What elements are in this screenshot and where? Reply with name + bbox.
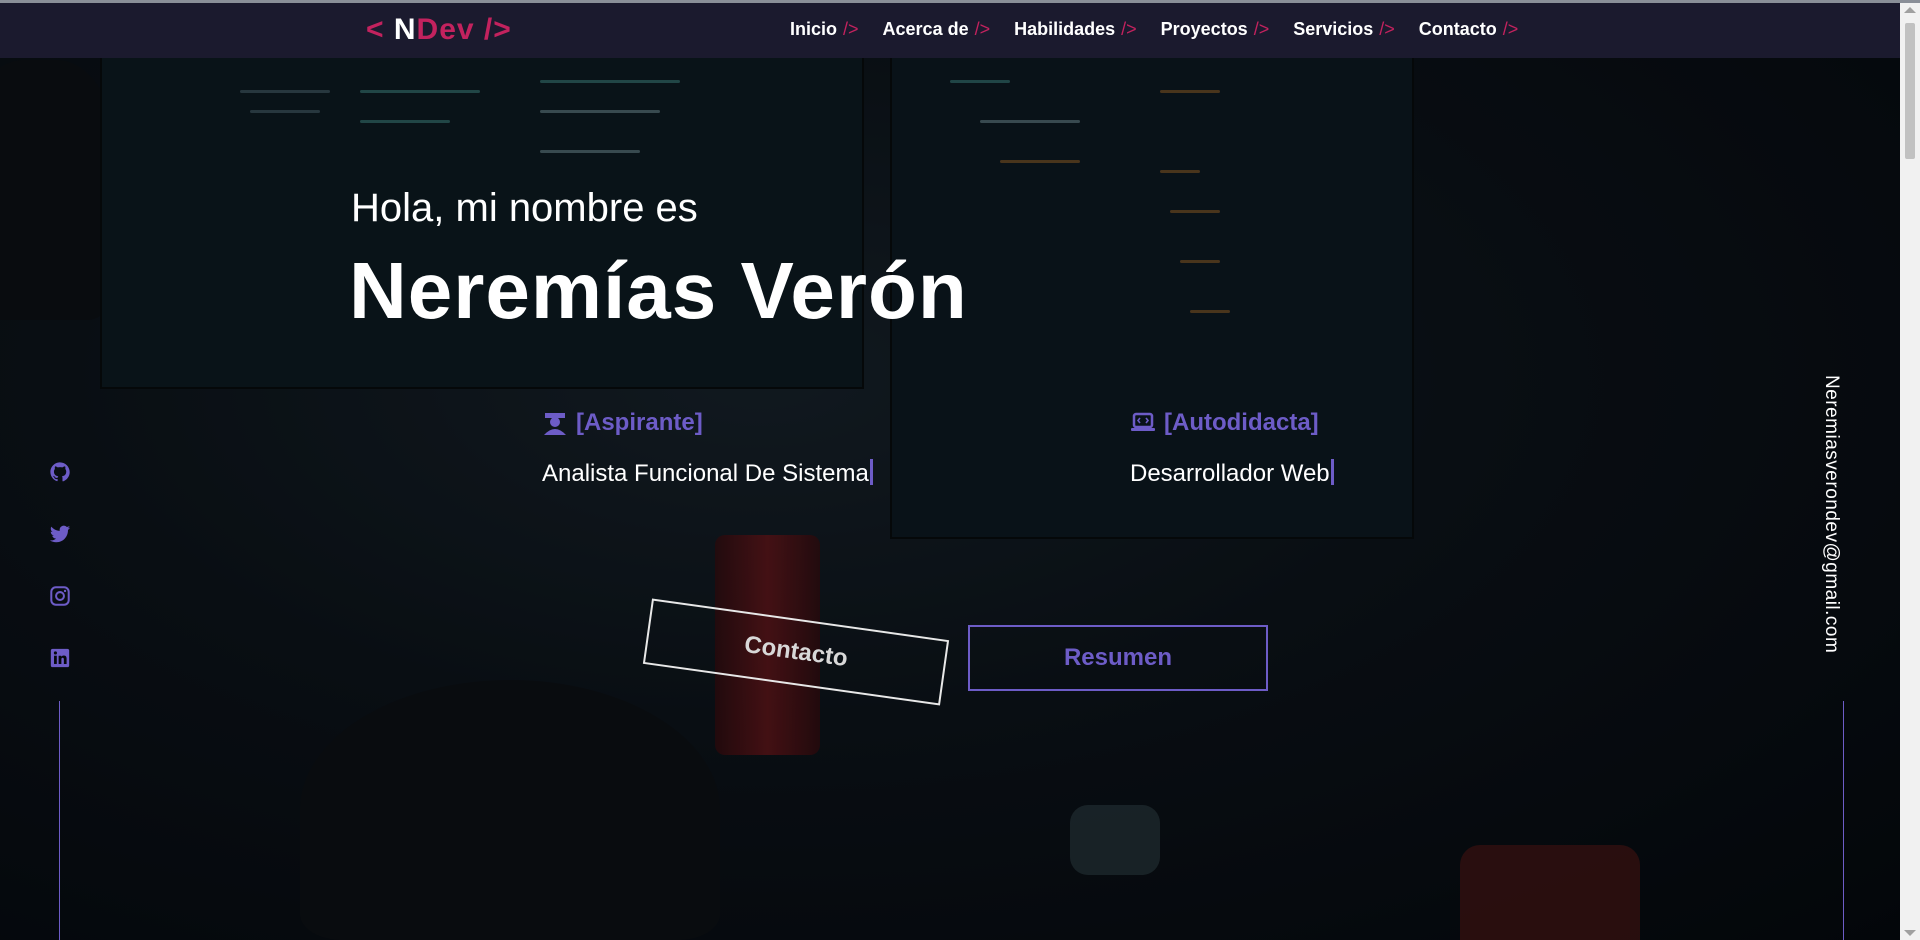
twitter-icon[interactable] (49, 523, 71, 545)
nav-item-proyectos[interactable]: Proyectos/> (1161, 19, 1270, 40)
navbar: < NDev /> Inicio/> Acerca de/> Habilidad… (0, 3, 1900, 58)
role-autodidacta: [Autodidacta] Desarrollador Web (1130, 409, 1334, 488)
role-title-text: [Aspirante] (576, 409, 703, 436)
nav-tag: /> (1502, 19, 1519, 39)
linkedin-icon[interactable] (49, 647, 71, 669)
role-subtitle-text: Desarrollador Web (1130, 460, 1330, 487)
nav-tag: /> (1121, 19, 1137, 39)
github-icon[interactable] (49, 461, 71, 483)
nav-label: Proyectos (1160, 19, 1248, 39)
logo-bracket-right: /> (474, 13, 512, 46)
typing-cursor (1330, 459, 1334, 485)
main-nav: Inicio/> Acerca de/> Habilidades/> Proye… (790, 19, 1518, 40)
resume-button[interactable]: Resumen (968, 625, 1268, 691)
nav-tag: /> (1253, 19, 1270, 39)
nav-tag: /> (1379, 19, 1395, 39)
window-top-border (0, 0, 1920, 3)
nav-label: Inicio (790, 19, 838, 39)
logo-bracket-left: < (366, 13, 394, 46)
nav-tag: /> (843, 19, 859, 39)
page-scrollbar[interactable] (1900, 3, 1920, 940)
scroll-up-arrow-icon[interactable] (1904, 7, 1916, 13)
nav-item-inicio[interactable]: Inicio/> (790, 19, 859, 40)
nav-label: Contacto (1418, 19, 1497, 39)
hero-greeting: Hola, mi nombre es (351, 186, 698, 230)
role-title: [Aspirante] (542, 409, 873, 437)
nav-label: Servicios (1293, 19, 1374, 39)
role-subtitle: Desarrollador Web (1130, 459, 1334, 488)
role-title-text: [Autodidacta] (1164, 409, 1319, 436)
email-link[interactable]: Neremiasverondev@gmail.com (1820, 375, 1842, 653)
role-subtitle: Analista Funcional De Sistema (542, 459, 873, 488)
graduate-icon (544, 413, 566, 435)
nav-label: Habilidades (1014, 19, 1116, 39)
logo-text: Dev (416, 13, 475, 46)
nav-item-contacto[interactable]: Contacto/> (1419, 19, 1519, 40)
scroll-down-arrow-icon[interactable] (1904, 930, 1916, 936)
scroll-thumb[interactable] (1905, 23, 1915, 159)
social-links (49, 461, 71, 669)
nav-label: Acerca de (882, 19, 969, 39)
nav-tag: /> (974, 19, 991, 39)
nav-item-servicios[interactable]: Servicios/> (1293, 19, 1395, 40)
instagram-icon[interactable] (49, 585, 71, 607)
role-aspirante: [Aspirante] Analista Funcional De Sistem… (542, 409, 873, 488)
brand-logo[interactable]: < NDev /> (366, 13, 512, 47)
logo-initial: N (393, 13, 417, 46)
hero-background-image (0, 0, 1900, 940)
typing-cursor (869, 459, 873, 485)
role-title: [Autodidacta] (1130, 409, 1334, 437)
email-divider-line (1843, 701, 1844, 940)
role-subtitle-text: Analista Funcional De Sistema (542, 460, 869, 487)
social-divider-line (59, 701, 60, 940)
nav-item-habilidades[interactable]: Habilidades/> (1014, 19, 1137, 40)
hero-name: Neremías Verón (349, 246, 968, 335)
laptop-code-icon (1131, 412, 1155, 431)
nav-item-acerca-de[interactable]: Acerca de/> (883, 19, 991, 40)
